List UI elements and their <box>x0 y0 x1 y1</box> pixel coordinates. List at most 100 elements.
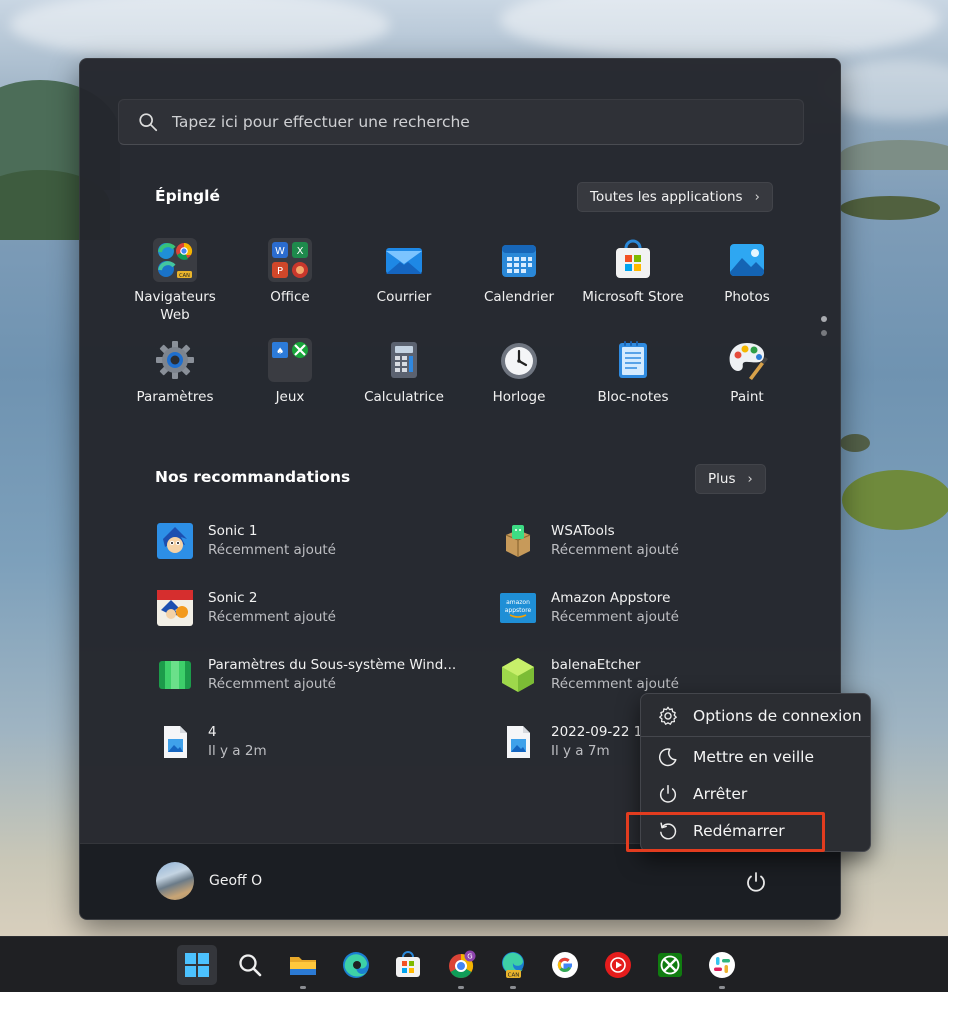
menu-item-shutdown[interactable]: Arrêter <box>641 776 870 812</box>
page-indicator-dot[interactable] <box>821 330 827 336</box>
pinned-title: Épinglé <box>155 187 220 205</box>
taskbar-chrome[interactable]: G <box>441 945 481 989</box>
svg-text:♠: ♠ <box>276 347 284 357</box>
app-label: Navigateurs Web <box>134 289 216 323</box>
taskbar-edge[interactable] <box>336 945 376 985</box>
taskbar-youtube-music[interactable] <box>598 945 638 985</box>
pinned-app-calendar[interactable]: Calendrier <box>464 238 574 306</box>
youtube-music-icon <box>605 952 631 978</box>
start-button[interactable] <box>177 945 217 985</box>
running-indicator <box>300 986 306 989</box>
calendar-icon <box>497 238 541 282</box>
taskbar-edge-canary[interactable]: CAN <box>493 945 533 989</box>
all-apps-label: Toutes les applications <box>590 189 743 205</box>
taskbar-slack[interactable] <box>702 945 742 989</box>
browsers-folder-icon: CAN <box>153 238 197 282</box>
recommended-item[interactable]: Sonic 2 Récemment ajouté <box>155 587 336 629</box>
pinned-app-games[interactable]: ♠ Jeux <box>235 338 345 406</box>
recommended-subtitle: Récemment ajouté <box>551 676 679 692</box>
running-indicator <box>458 986 464 989</box>
recommended-item[interactable]: 2022-09-22 13 Il y a 7m <box>498 721 651 763</box>
svg-text:W: W <box>275 246 285 257</box>
slack-icon <box>709 952 735 978</box>
taskbar-xbox[interactable] <box>650 945 690 985</box>
google-icon <box>552 952 578 978</box>
menu-item-sleep[interactable]: Mettre en veille <box>641 739 870 775</box>
recommended-name: Paramètres du Sous-système Wind... <box>208 657 457 673</box>
pinned-app-mail[interactable]: Courrier <box>349 238 459 306</box>
windows-logo-icon <box>185 953 209 977</box>
taskbar-file-explorer[interactable] <box>283 945 323 989</box>
app-label: Calculatrice <box>364 389 444 405</box>
more-button[interactable]: Plus › <box>695 464 766 494</box>
app-label: Jeux <box>275 389 305 405</box>
more-label: Plus <box>708 471 736 487</box>
edge-icon <box>343 952 369 978</box>
sonic2-icon <box>155 588 195 628</box>
avatar <box>156 862 194 900</box>
chrome-profile-badge: G <box>467 953 472 961</box>
recommended-item[interactable]: balenaEtcher Récemment ajouté <box>498 654 679 696</box>
user-name: Geoff O <box>209 873 263 889</box>
pinned-app-store[interactable]: Microsoft Store <box>578 238 688 306</box>
pinned-app-notepad[interactable]: Bloc-notes <box>578 338 688 406</box>
taskbar-store[interactable] <box>388 945 428 985</box>
recommended-item[interactable]: WSATools Récemment ajouté <box>498 520 679 562</box>
sonic-icon <box>155 521 195 561</box>
recommended-name: WSATools <box>551 523 615 539</box>
photos-icon <box>725 238 769 282</box>
svg-text:X: X <box>297 246 304 257</box>
recommended-subtitle: Récemment ajouté <box>208 542 336 558</box>
power-icon[interactable] <box>744 870 768 894</box>
svg-text:CAN: CAN <box>179 273 190 279</box>
recommended-item[interactable]: 4 Il y a 2m <box>155 721 267 763</box>
search-box[interactable]: Tapez ici pour effectuer une recherche <box>118 99 804 145</box>
app-label: Paramètres <box>136 389 214 405</box>
page-indicator-dot[interactable] <box>821 316 827 322</box>
search-icon <box>139 113 158 132</box>
taskbar: G CAN <box>0 936 948 992</box>
pinned-app-calculator[interactable]: Calculatrice <box>349 338 459 406</box>
mail-icon <box>382 238 426 282</box>
pinned-app-paint[interactable]: Paint <box>692 338 802 406</box>
recommended-subtitle: Récemment ajouté <box>551 609 679 625</box>
chrome-icon: G <box>449 950 476 979</box>
folder-icon <box>290 957 316 975</box>
office-folder-icon: W X P <box>268 238 312 282</box>
amazon-appstore-icon: amazon appstore <box>498 588 538 628</box>
wsa-settings-icon <box>155 655 195 695</box>
recommended-name: Sonic 2 <box>208 590 258 606</box>
moon-icon <box>658 748 677 767</box>
running-indicator <box>719 986 725 989</box>
power-icon <box>659 785 677 803</box>
recommended-item[interactable]: Paramètres du Sous-système Wind... Récem… <box>155 654 456 696</box>
highlight-box <box>626 812 825 852</box>
image-file-icon <box>155 722 195 762</box>
svg-text:P: P <box>277 266 283 277</box>
menu-item-label: Options de connexion <box>693 707 862 725</box>
pinned-app-photos[interactable]: Photos <box>692 238 802 306</box>
menu-item-label: Mettre en veille <box>693 748 815 766</box>
recommended-subtitle: Il y a 2m <box>208 743 267 759</box>
pinned-app-office[interactable]: W X P Office <box>235 238 345 306</box>
user-account-button[interactable]: Geoff O <box>156 862 262 900</box>
pinned-app-settings[interactable]: Paramètres <box>120 338 230 406</box>
pinned-app-browsers[interactable]: CAN Navigateurs Web <box>120 238 230 324</box>
edge-canary-icon: CAN <box>502 952 524 979</box>
taskbar-search-button[interactable] <box>230 945 270 985</box>
store-icon <box>611 238 655 282</box>
recommended-name: balenaEtcher <box>551 657 641 673</box>
svg-text:amazon: amazon <box>506 599 530 606</box>
recommended-item[interactable]: amazon appstore Amazon Appstore Récemmen… <box>498 587 679 629</box>
recommended-name: Amazon Appstore <box>551 590 671 606</box>
gear-icon <box>153 338 197 382</box>
etcher-icon <box>498 655 538 695</box>
menu-item-sign-in-options[interactable]: Options de connexion <box>641 698 870 734</box>
all-apps-button[interactable]: Toutes les applications › <box>577 182 773 212</box>
recommended-subtitle: Récemment ajouté <box>208 676 336 692</box>
chevron-right-icon: › <box>754 189 760 205</box>
recommended-item[interactable]: Sonic 1 Récemment ajouté <box>155 520 336 562</box>
calculator-icon <box>382 338 426 382</box>
taskbar-google[interactable] <box>545 945 585 985</box>
pinned-app-clock[interactable]: Horloge <box>464 338 574 406</box>
